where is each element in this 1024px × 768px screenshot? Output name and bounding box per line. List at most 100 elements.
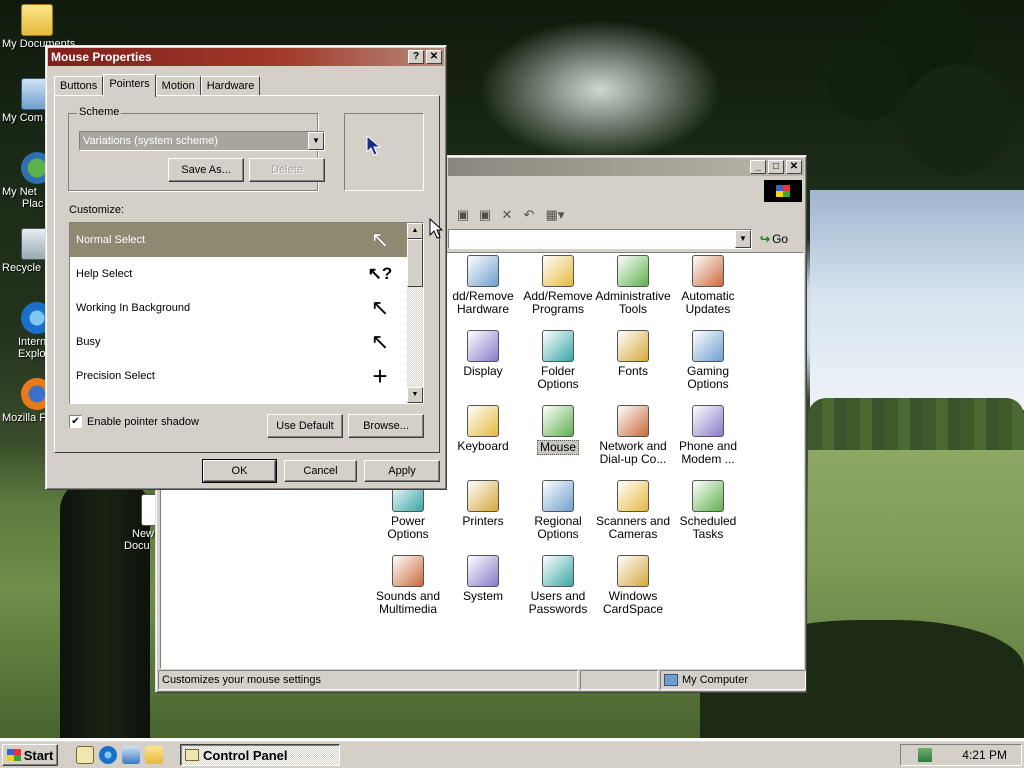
apply-button[interactable]: Apply (364, 460, 440, 482)
tab-hardware[interactable]: Hardware (200, 76, 261, 96)
pointer-shadow-checkbox[interactable]: ✔ Enable pointer shadow (69, 415, 199, 428)
cp-item-sounds-multimedia[interactable]: Sounds and Multimedia (368, 555, 448, 616)
cp-item-label: Passwords (528, 602, 588, 616)
administrative-tools-icon (617, 255, 649, 287)
mouse-properties-dialog: Mouse Properties ? ✕ Buttons Pointers Mo… (45, 45, 447, 490)
views-icon[interactable]: ▦▾ (542, 207, 568, 223)
cp-item-add-hardware[interactable]: dd/Remove Hardware (443, 255, 523, 316)
list-item[interactable]: Help Select ↖? (70, 257, 409, 291)
pointer-list[interactable]: Normal Select ↖ Help Select ↖? Working I… (69, 222, 424, 404)
network-tray-icon[interactable] (918, 748, 933, 762)
cp-item-label: CardSpace (602, 602, 664, 616)
checkmark-icon[interactable]: ✔ (69, 415, 82, 428)
cp-item-label: Printers (462, 514, 504, 528)
windows-explorer-icon[interactable] (145, 746, 163, 764)
cp-item-add-remove-programs[interactable]: Add/Remove Programs (518, 255, 598, 316)
cp-item-label: Folder Options (537, 364, 579, 391)
scheduled-tasks-icon (692, 480, 724, 512)
cp-item-label: Mouse (536, 440, 580, 455)
show-desktop-icon[interactable] (76, 746, 94, 764)
tab-motion[interactable]: Motion (155, 76, 201, 96)
maximize-button[interactable]: □ (768, 160, 784, 174)
network-dialup-icon (617, 405, 649, 437)
list-item[interactable]: Busy ↖ (70, 325, 409, 359)
cp-item-label: Options (537, 527, 579, 541)
outlook-express-icon[interactable] (122, 746, 140, 764)
wallpaper-tree-line (808, 398, 1024, 450)
help-select-cursor-icon: ↖? (367, 264, 393, 283)
taskbar-button-control-panel[interactable]: Control Panel (180, 744, 340, 766)
cp-item-display[interactable]: Display (443, 330, 523, 378)
tab-buttons[interactable]: Buttons (54, 76, 104, 96)
address-bar[interactable]: ▼ (448, 229, 752, 249)
browse-button[interactable]: Browse... (348, 414, 424, 438)
add-hardware-icon (467, 255, 499, 287)
control-panel-titlebar[interactable]: _ □ ✕ (448, 158, 804, 176)
cp-item-label: Modem ... (681, 452, 735, 466)
delete-button[interactable]: Delete (249, 158, 325, 182)
list-item[interactable]: Normal Select ↖ (70, 223, 409, 257)
users-passwords-icon (542, 555, 574, 587)
cp-item-administrative-tools[interactable]: Administrative Tools (593, 255, 673, 316)
status-bar: Customizes your mouse settings My Comput… (158, 670, 806, 690)
cp-item-system[interactable]: System (443, 555, 523, 603)
move-to-icon[interactable]: ▣ (454, 207, 472, 223)
cp-item-users-passwords[interactable]: Users and Passwords (518, 555, 598, 616)
save-as-button[interactable]: Save As... (168, 158, 244, 182)
list-item[interactable]: Precision Select + (70, 359, 409, 393)
display-icon (467, 330, 499, 362)
fonts-icon (617, 330, 649, 362)
clock[interactable]: 4:21 PM (962, 748, 1007, 762)
scroll-down-icon[interactable]: ▼ (407, 387, 423, 403)
cp-item-regional-options[interactable]: Regional Options (518, 480, 598, 541)
sounds-multimedia-icon (392, 555, 424, 587)
ok-button[interactable]: OK (202, 459, 277, 483)
address-dropdown-icon[interactable]: ▼ (735, 230, 751, 248)
wallpaper-sky (810, 190, 1024, 410)
cp-item-fonts[interactable]: Fonts (593, 330, 673, 378)
close-button[interactable]: ✕ (426, 50, 442, 64)
cp-item-label: Fonts (617, 364, 648, 378)
mouse-properties-titlebar[interactable]: Mouse Properties ? ✕ (48, 48, 444, 66)
minimize-button[interactable]: _ (750, 160, 766, 174)
cp-item-automatic-updates[interactable]: Automatic Updates (668, 255, 748, 316)
help-button[interactable]: ? (408, 50, 424, 64)
scroll-up-icon[interactable]: ▲ (407, 223, 423, 239)
scheme-select[interactable]: Variations (system scheme) ▼ (79, 131, 325, 151)
cp-item-label: Updates (685, 302, 731, 316)
cp-item-folder-options[interactable]: Folder Options (518, 330, 598, 391)
cancel-button[interactable]: Cancel (284, 460, 357, 482)
use-default-button[interactable]: Use Default (267, 414, 343, 438)
cp-item-gaming-options[interactable]: Gaming Options (668, 330, 748, 391)
cp-item-printers[interactable]: Printers (443, 480, 523, 528)
start-button[interactable]: Start (2, 744, 58, 766)
copy-to-icon[interactable]: ▣ (476, 207, 494, 223)
folder-options-icon (542, 330, 574, 362)
cp-item-label: Keyboard (457, 439, 509, 453)
cp-item-keyboard[interactable]: Keyboard (443, 405, 523, 453)
scroll-thumb[interactable] (407, 239, 423, 287)
cp-item-network-dialup[interactable]: Network and Dial-up Co... (593, 405, 673, 466)
cp-item-label: Display (463, 364, 503, 378)
go-button[interactable]: ↪ Go (760, 229, 804, 249)
cp-item-label: Cameras (608, 527, 658, 541)
delete-icon[interactable]: ✕ (498, 207, 516, 223)
internet-explorer-icon[interactable] (99, 746, 117, 764)
cp-item-cardspace[interactable]: Windows CardSpace (593, 555, 673, 616)
undo-icon[interactable]: ↶ (520, 207, 538, 223)
phone-modem-icon (692, 405, 724, 437)
chevron-down-icon[interactable]: ▼ (308, 132, 324, 150)
system-tray: 4:21 PM (900, 744, 1022, 766)
cp-item-scheduled-tasks[interactable]: Scheduled Tasks (668, 480, 748, 541)
desktop-icon-my-documents[interactable]: My Documents (2, 4, 75, 50)
busy-cursor-icon: ↖ (370, 329, 390, 354)
tab-pointers[interactable]: Pointers (103, 74, 156, 97)
close-button[interactable]: ✕ (786, 160, 802, 174)
cp-item-mouse[interactable]: Mouse (518, 405, 598, 455)
cp-item-scanners-cameras[interactable]: Scanners and Cameras (593, 480, 673, 541)
cp-item-phone-modem[interactable]: Phone and Modem ... (668, 405, 748, 466)
list-item[interactable]: Working In Background ↖ (70, 291, 409, 325)
pointer-list-scrollbar[interactable]: ▲ ▼ (407, 223, 423, 403)
cp-item-label: Programs (531, 302, 584, 316)
crosshair-cursor-icon: + (372, 361, 388, 391)
